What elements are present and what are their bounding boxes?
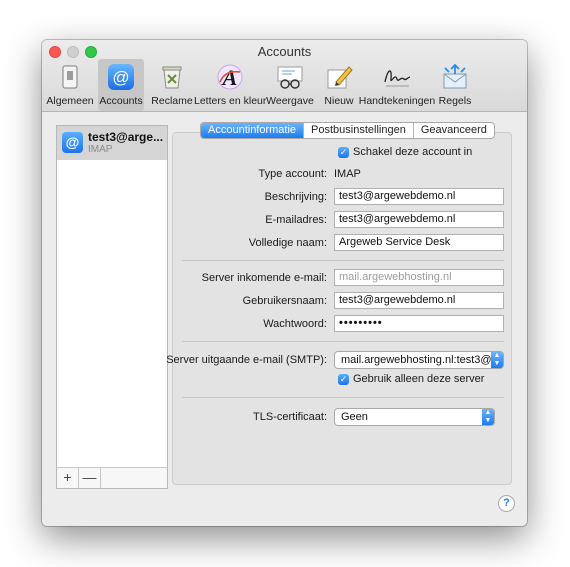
toolbar-item-algemeen[interactable]: Algemeen	[46, 59, 94, 111]
divider	[182, 397, 504, 398]
type-account-value: IMAP	[334, 168, 361, 180]
divider	[182, 341, 504, 342]
tls-certificate-label: TLS-certificaat:	[253, 411, 327, 423]
username-label: Gebruikersnaam:	[242, 295, 327, 307]
tab-postbusinstellingen[interactable]: Postbusinstellingen	[304, 123, 414, 138]
mail-rules-icon	[440, 62, 470, 92]
smtp-server-popup[interactable]: mail.argewebhosting.nl:test3@ar ▲ ▼	[334, 351, 504, 369]
toolbar-item-nieuw[interactable]: Nieuw	[321, 59, 357, 111]
smtp-server-value: mail.argewebhosting.nl:test3@ar	[341, 354, 502, 366]
toolbar-item-letters-en-kleur[interactable]: A Letters en kleur	[194, 59, 266, 111]
toolbar-label: Accounts	[99, 95, 143, 107]
help-button[interactable]: ?	[498, 495, 515, 512]
toolbar-item-accounts[interactable]: @ Accounts	[98, 59, 144, 111]
account-type: IMAP	[88, 144, 113, 155]
account-item[interactable]: @ test3@arge... IMAP	[57, 126, 167, 160]
account-list-buttons: + —	[57, 467, 167, 488]
email-label: E-mailadres:	[265, 214, 327, 226]
chevron-up-down-icon: ▲ ▼	[482, 409, 494, 425]
toolbar-label: Letters en kleur	[194, 95, 267, 107]
chevron-up-down-icon: ▲ ▼	[491, 352, 503, 368]
password-label: Wachtwoord:	[263, 318, 327, 330]
toolbar-label: Nieuw	[324, 95, 354, 107]
add-account-button[interactable]: +	[57, 468, 79, 488]
toolbar-label: Weergave	[266, 95, 314, 107]
incoming-server-label: Server inkomende e-mail:	[201, 272, 327, 284]
tls-certificate-value: Geen	[341, 411, 368, 423]
only-this-server-label: Gebruik alleen deze server	[353, 373, 485, 385]
svg-text:@: @	[112, 68, 129, 87]
glasses-icon	[275, 62, 305, 92]
at-icon: @	[106, 62, 136, 92]
toolbar: Accounts Algemeen @ Accounts Reclame A L…	[42, 40, 527, 112]
tab-geavanceerd[interactable]: Geavanceerd	[414, 123, 494, 138]
font-icon: A	[215, 62, 245, 92]
toolbar-item-handtekeningen[interactable]: Handtekeningen	[359, 59, 435, 111]
enable-account-label: Schakel deze account in	[353, 146, 473, 158]
pencil-icon	[324, 62, 354, 92]
smtp-server-label: Server uitgaande e-mail (SMTP):	[166, 354, 327, 366]
divider	[182, 260, 504, 261]
tab-bar: Accountinformatie Postbusinstellingen Ge…	[200, 122, 495, 139]
toolbar-item-weergave[interactable]: Weergave	[266, 59, 314, 111]
account-name: test3@arge...	[88, 130, 164, 144]
toolbar-item-regels[interactable]: Regels	[437, 59, 473, 111]
toolbar-label: Handtekeningen	[358, 95, 436, 107]
only-this-server-checkbox[interactable]: ✓	[338, 374, 349, 385]
at-icon: @	[62, 132, 83, 153]
remove-account-button[interactable]: —	[79, 468, 101, 488]
accounts-window: Accounts Algemeen @ Accounts Reclame A L…	[42, 40, 527, 526]
signature-icon	[382, 62, 412, 92]
toolbar-label: Reclame	[151, 95, 193, 107]
incoming-server-field[interactable]: mail.argewebhosting.nl	[334, 269, 504, 286]
switch-icon	[55, 62, 85, 92]
toolbar-label: Algemeen	[46, 95, 94, 107]
password-field[interactable]: •••••••••	[334, 315, 504, 332]
description-field[interactable]: test3@argewebdemo.nl	[334, 188, 504, 205]
email-field[interactable]: test3@argewebdemo.nl	[334, 211, 504, 228]
username-field[interactable]: test3@argewebdemo.nl	[334, 292, 504, 309]
description-label: Beschrijving:	[264, 191, 327, 203]
fullname-field[interactable]: Argeweb Service Desk	[334, 234, 504, 251]
trash-icon	[157, 62, 187, 92]
toolbar-item-reclame[interactable]: Reclame	[150, 59, 194, 111]
fullname-label: Volledige naam:	[248, 237, 327, 249]
tls-certificate-popup[interactable]: Geen ▲ ▼	[334, 408, 495, 426]
type-account-label: Type account:	[258, 168, 328, 180]
tab-accountinformatie[interactable]: Accountinformatie	[201, 123, 305, 138]
enable-account-checkbox[interactable]: ✓	[338, 147, 349, 158]
window-title: Accounts	[257, 44, 312, 59]
toolbar-label: Regels	[438, 95, 472, 107]
